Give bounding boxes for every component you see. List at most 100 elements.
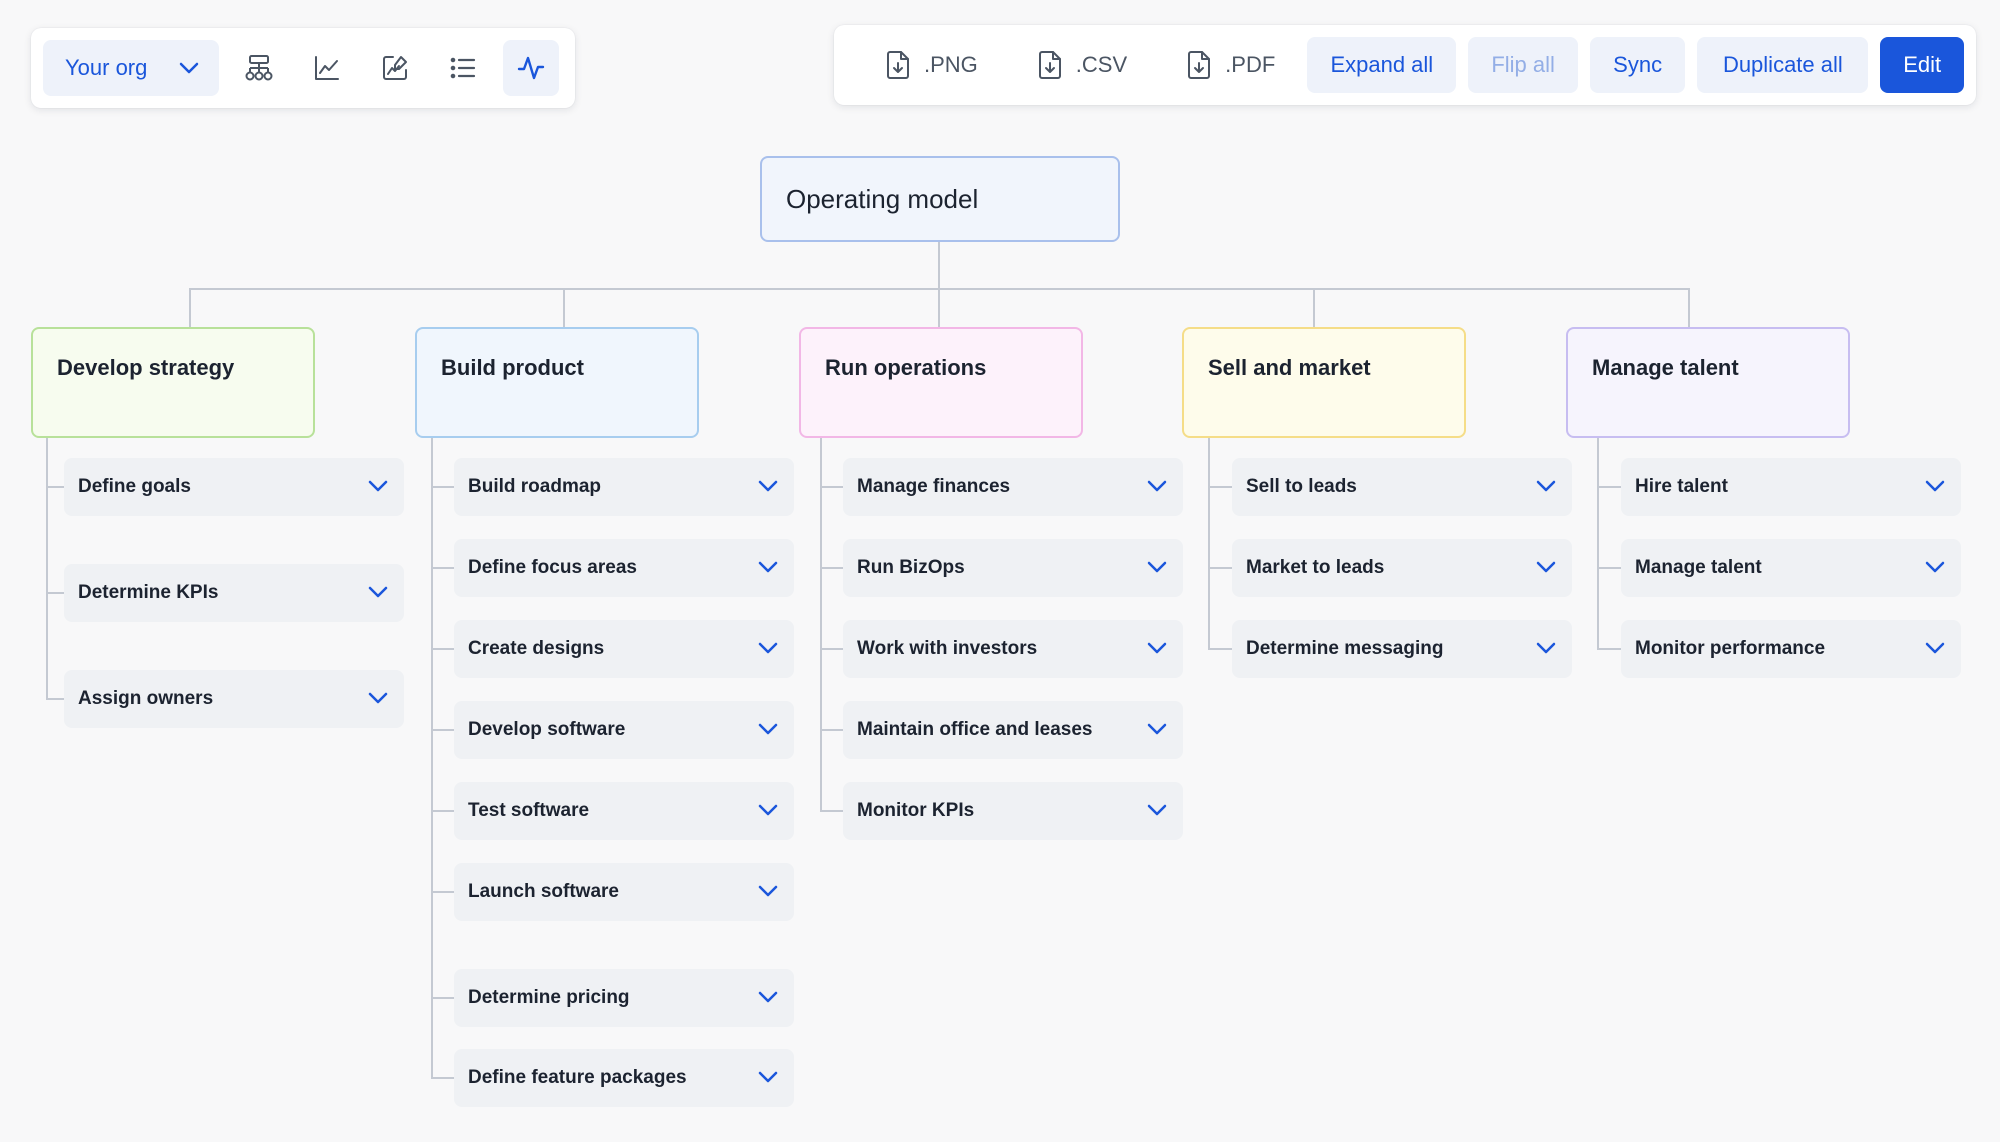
view-toolbar: Your org bbox=[31, 28, 575, 108]
chevron-down-icon[interactable] bbox=[758, 557, 778, 579]
connector-branch bbox=[820, 648, 843, 650]
connector-trunk bbox=[820, 438, 822, 811]
duplicate-all-button[interactable]: Duplicate all bbox=[1697, 37, 1869, 93]
task-item[interactable]: Assign owners bbox=[64, 670, 404, 728]
connector-branch bbox=[431, 1077, 454, 1079]
export-csv-label: .CSV bbox=[1075, 52, 1128, 77]
task-label: Test software bbox=[468, 800, 590, 821]
task-label: Manage finances bbox=[857, 476, 1011, 497]
connector-cat-4 bbox=[1688, 288, 1690, 328]
chevron-down-icon[interactable] bbox=[1536, 476, 1556, 498]
chevron-down-icon[interactable] bbox=[758, 800, 778, 822]
list-icon bbox=[450, 57, 476, 79]
connector-branch bbox=[431, 810, 454, 812]
chevron-down-icon[interactable] bbox=[1147, 719, 1167, 741]
flip-all-button[interactable]: Flip all bbox=[1468, 37, 1578, 93]
connector-cat-1 bbox=[563, 288, 565, 328]
export-pdf-button[interactable]: .PDF bbox=[1147, 37, 1295, 93]
connector-branch bbox=[431, 486, 454, 488]
task-item[interactable]: Test software bbox=[454, 782, 794, 840]
task-label: Manage talent bbox=[1635, 557, 1762, 578]
task-label: Build roadmap bbox=[468, 476, 602, 497]
activity-view-button[interactable] bbox=[503, 40, 559, 96]
chevron-down-icon[interactable] bbox=[758, 476, 778, 498]
category-develop-strategy[interactable]: Develop strategy bbox=[31, 327, 315, 438]
connector-branch bbox=[1597, 486, 1621, 488]
connector-root-down bbox=[938, 242, 940, 288]
chevron-down-icon[interactable] bbox=[368, 688, 388, 710]
task-item[interactable]: Develop software bbox=[454, 701, 794, 759]
task-item[interactable]: Run BizOps bbox=[843, 539, 1183, 597]
connector-branch bbox=[1208, 567, 1232, 569]
actions-toolbar: .PNG .CSV .PDF Expand all Flip all Sync … bbox=[834, 25, 1976, 105]
list-view-button[interactable] bbox=[435, 40, 491, 96]
task-item[interactable]: Manage finances bbox=[843, 458, 1183, 516]
expand-all-button[interactable]: Expand all bbox=[1307, 37, 1457, 93]
task-item[interactable]: Hire talent bbox=[1621, 458, 1961, 516]
category-sell-and-market[interactable]: Sell and market bbox=[1182, 327, 1466, 438]
task-item[interactable]: Monitor KPIs bbox=[843, 782, 1183, 840]
category-build-product[interactable]: Build product bbox=[415, 327, 699, 438]
chevron-down-icon[interactable] bbox=[368, 582, 388, 604]
chevron-down-icon[interactable] bbox=[758, 1067, 778, 1089]
task-item[interactable]: Launch software bbox=[454, 863, 794, 921]
sync-button[interactable]: Sync bbox=[1589, 37, 1686, 93]
category-manage-talent[interactable]: Manage talent bbox=[1566, 327, 1850, 438]
chevron-down-icon[interactable] bbox=[1925, 476, 1945, 498]
connector-cat-3 bbox=[1313, 288, 1315, 328]
file-download-icon bbox=[887, 51, 909, 79]
connector-branch bbox=[431, 567, 454, 569]
export-pdf-label: .PDF bbox=[1225, 52, 1276, 77]
task-item[interactable]: Sell to leads bbox=[1232, 458, 1572, 516]
edit-button[interactable]: Edit bbox=[1880, 37, 1964, 93]
task-item[interactable]: Define goals bbox=[64, 458, 404, 516]
task-item[interactable]: Manage talent bbox=[1621, 539, 1961, 597]
line-chart-view-button[interactable] bbox=[299, 40, 355, 96]
task-item[interactable]: Maintain office and leases bbox=[843, 701, 1183, 759]
task-item[interactable]: Define focus areas bbox=[454, 539, 794, 597]
org-selector-label: Your org bbox=[65, 55, 148, 80]
connector-branch bbox=[1597, 567, 1621, 569]
chevron-down-icon[interactable] bbox=[758, 638, 778, 660]
connector-branch bbox=[431, 648, 454, 650]
connector-branch bbox=[46, 698, 64, 700]
task-item[interactable]: Build roadmap bbox=[454, 458, 794, 516]
chevron-down-icon[interactable] bbox=[758, 987, 778, 1009]
task-label: Define focus areas bbox=[468, 557, 637, 578]
task-label: Run BizOps bbox=[857, 557, 965, 578]
edit-chart-view-button[interactable] bbox=[367, 40, 423, 96]
connector-trunk bbox=[1208, 438, 1210, 649]
task-label: Launch software bbox=[468, 881, 619, 902]
export-csv-button[interactable]: .CSV bbox=[998, 37, 1147, 93]
task-item[interactable]: Determine KPIs bbox=[64, 564, 404, 622]
task-item[interactable]: Work with investors bbox=[843, 620, 1183, 678]
chevron-down-icon[interactable] bbox=[1925, 557, 1945, 579]
root-node[interactable]: Operating model bbox=[760, 156, 1120, 242]
chevron-down-icon[interactable] bbox=[758, 881, 778, 903]
task-item[interactable]: Define feature packages bbox=[454, 1049, 794, 1107]
task-label: Sell to leads bbox=[1246, 476, 1357, 497]
chevron-down-icon[interactable] bbox=[368, 476, 388, 498]
chevron-down-icon[interactable] bbox=[758, 719, 778, 741]
task-item[interactable]: Monitor performance bbox=[1621, 620, 1961, 678]
connector-branch bbox=[1208, 648, 1232, 650]
chevron-down-icon[interactable] bbox=[1925, 638, 1945, 660]
connector-branch bbox=[46, 592, 64, 594]
chevron-down-icon[interactable] bbox=[1536, 638, 1556, 660]
org-chart-view-button[interactable] bbox=[231, 40, 287, 96]
export-png-button[interactable]: .PNG bbox=[846, 37, 998, 93]
task-item[interactable]: Create designs bbox=[454, 620, 794, 678]
chevron-down-icon[interactable] bbox=[1147, 476, 1167, 498]
task-item[interactable]: Determine pricing bbox=[454, 969, 794, 1027]
category-run-operations[interactable]: Run operations bbox=[799, 327, 1083, 438]
chevron-down-icon[interactable] bbox=[1536, 557, 1556, 579]
chevron-down-icon[interactable] bbox=[1147, 557, 1167, 579]
task-item[interactable]: Market to leads bbox=[1232, 539, 1572, 597]
file-download-icon bbox=[1188, 51, 1211, 79]
export-png-label: .PNG bbox=[924, 52, 978, 77]
connector-branch bbox=[431, 891, 454, 893]
task-item[interactable]: Determine messaging bbox=[1232, 620, 1572, 678]
chevron-down-icon[interactable] bbox=[1147, 800, 1167, 822]
chevron-down-icon[interactable] bbox=[1147, 638, 1167, 660]
org-selector[interactable]: Your org bbox=[43, 40, 219, 96]
